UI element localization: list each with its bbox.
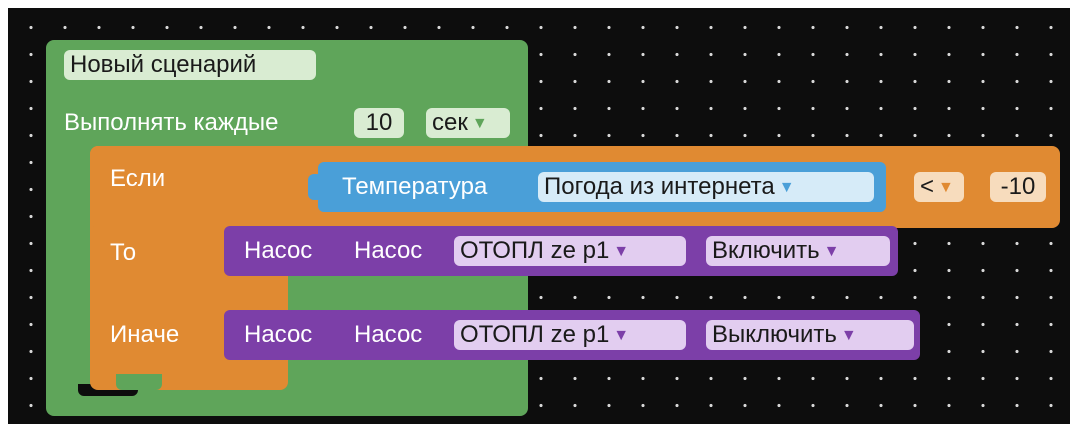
interval-unit-dropdown[interactable]: сек ▼	[426, 108, 510, 138]
then-label: То	[110, 239, 137, 266]
else-device-label: Насос	[354, 321, 423, 348]
sensor-source-dropdown[interactable]: Погода из интернета ▼	[538, 172, 874, 202]
sensor-source: Погода из интернета	[544, 173, 775, 200]
then-device-dropdown[interactable]: ОТОПЛ ze p1 ▼	[454, 236, 686, 266]
dropdown-arrow-icon: ▼	[778, 179, 795, 196]
then-type-label: Насос	[244, 237, 313, 264]
interval-value-field[interactable]: 10	[354, 108, 404, 138]
if-block-notch	[116, 374, 162, 390]
sensor-block-connector	[308, 174, 324, 200]
dropdown-arrow-icon: ▼	[840, 327, 857, 344]
else-device: ОТОПЛ ze p1	[460, 321, 610, 348]
dropdown-arrow-icon: ▼	[613, 243, 630, 260]
else-action-dropdown[interactable]: Выключить ▼	[706, 320, 914, 350]
then-action-dropdown[interactable]: Включить ▼	[706, 236, 890, 266]
repeat-label: Выполнять каждые	[64, 109, 279, 136]
dropdown-arrow-icon: ▼	[823, 243, 840, 260]
then-device: ОТОПЛ ze p1	[460, 237, 610, 264]
else-action: Выключить	[712, 321, 837, 348]
sensor-label: Температура	[342, 173, 488, 200]
else-type-label: Насос	[244, 321, 313, 348]
threshold-value-field[interactable]: -10	[990, 172, 1046, 202]
operator-dropdown[interactable]: < ▼	[914, 172, 964, 202]
blockly-workspace[interactable]: Новый сценарий Выполнять каждые 10 сек ▼ …	[8, 8, 1070, 424]
threshold-value: -10	[1000, 173, 1036, 200]
then-device-label: Насос	[354, 237, 423, 264]
dropdown-arrow-icon: ▼	[613, 327, 630, 344]
then-action: Включить	[712, 237, 820, 264]
else-device-dropdown[interactable]: ОТОПЛ ze p1 ▼	[454, 320, 686, 350]
scenario-title-field[interactable]: Новый сценарий	[64, 50, 316, 80]
operator: <	[920, 173, 935, 200]
dropdown-arrow-icon: ▼	[471, 115, 488, 132]
if-label: Если	[110, 165, 166, 192]
interval-value: 10	[365, 109, 393, 136]
scenario-title: Новый сценарий	[70, 51, 257, 78]
else-label: Иначе	[110, 321, 180, 348]
dropdown-arrow-icon: ▼	[938, 179, 954, 196]
interval-unit: сек	[432, 109, 468, 136]
